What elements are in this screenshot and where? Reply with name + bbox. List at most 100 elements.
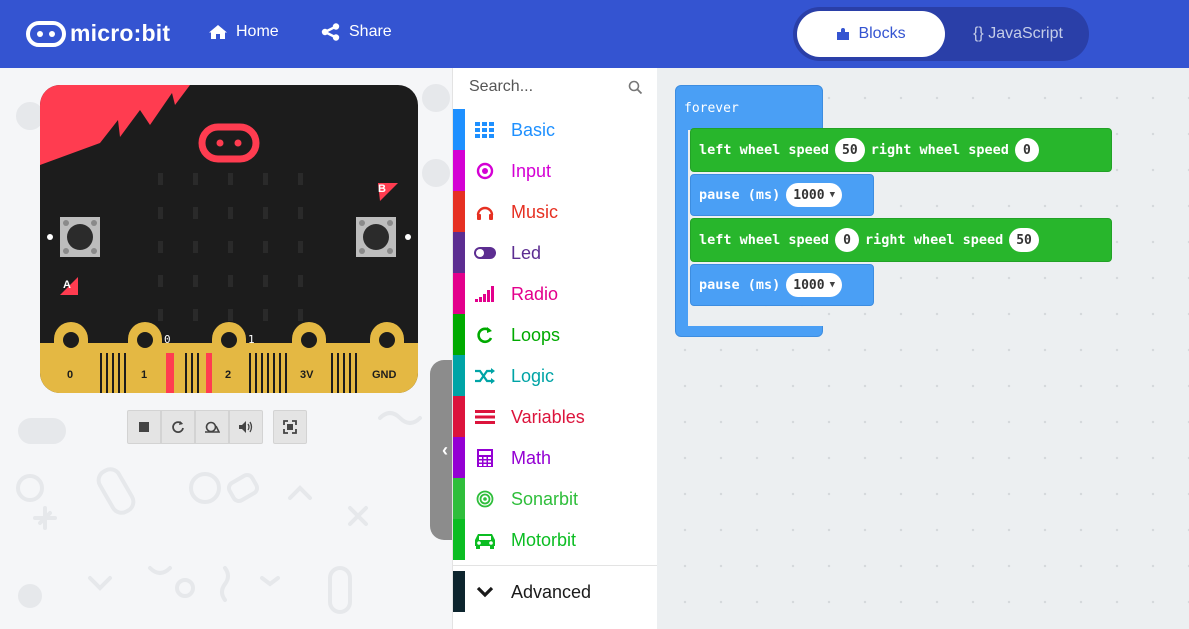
fullscreen-icon [283,420,297,434]
right-wheel-value[interactable]: 50 [1009,228,1039,252]
search-input[interactable]: Search... [469,78,649,100]
wheel-speed-block[interactable]: left wheel speed 0 right wheel speed 50 [690,218,1112,262]
editor-mode-toggle: Blocks {} JavaScript [793,7,1089,61]
right-wheel-label: right wheel speed [870,142,1009,158]
snail-icon [205,421,220,433]
javascript-label: {} JavaScript [973,25,1063,42]
category-basic[interactable]: Basic [453,109,658,150]
toolbox: Search... Basic Input Music Led Radio Lo… [452,68,658,629]
category-label: Advanced [511,582,592,602]
forever-label: forever [684,101,739,116]
left-wheel-value[interactable]: 50 [835,138,865,162]
restart-icon [172,421,184,433]
car-icon [473,530,497,550]
wheel-speed-block[interactable]: left wheel speed 50 right wheel speed 0 [690,128,1112,172]
category-loops[interactable]: Loops [453,314,658,355]
category-math[interactable]: Math [453,437,658,478]
pin-label-1[interactable]: 1 [141,369,147,381]
pause-block[interactable]: pause (ms) 1000 ▼ [690,174,874,216]
category-music[interactable]: Music [453,191,658,232]
left-wheel-label: left wheel speed [699,232,830,248]
category-input[interactable]: Input [453,150,658,191]
headphones-icon [473,202,497,222]
bullseye-icon [473,489,497,509]
share-button[interactable]: Share [321,23,392,41]
microbit-logo-icon [26,20,66,47]
category-label: Loops [511,325,561,345]
pin-label-gnd[interactable]: GND [372,369,396,381]
mute-button[interactable] [229,410,263,444]
stop-button[interactable] [127,410,161,444]
category-label: Led [511,243,542,263]
button-a-label: A [63,279,71,291]
search-icon[interactable] [628,80,643,95]
category-label: Radio [511,284,559,304]
share-icon [321,23,340,41]
right-wheel-value[interactable]: 0 [1014,138,1039,162]
caret-down-icon: ▼ [829,190,836,200]
category-color-bar [453,571,465,612]
category-label: Logic [511,366,555,386]
category-color-bar [453,150,465,191]
category-label: Variables [511,407,585,427]
category-color-bar [453,478,465,519]
list-icon [473,407,497,427]
category-advanced[interactable]: Advanced [453,571,658,612]
category-sonarbit[interactable]: Sonarbit [453,478,658,519]
blocks-tab[interactable]: Blocks [797,11,945,57]
shuffle-icon [473,366,497,386]
category-logic[interactable]: Logic [453,355,658,396]
pause-value-dropdown[interactable]: 1000 ▼ [786,183,843,207]
category-led[interactable]: Led [453,232,658,273]
toggle-icon [473,243,497,263]
chevron-down-icon [473,582,497,602]
restart-button[interactable] [161,410,195,444]
category-label: Math [511,448,552,468]
blocks-workspace[interactable]: forever left wheel speed 50 right wheel … [657,68,1189,629]
category-color-bar [453,191,465,232]
microbit-logo[interactable]: micro:bit [26,20,170,47]
pause-block[interactable]: pause (ms) 1000 ▼ [690,264,874,306]
category-color-bar [453,314,465,355]
home-button[interactable]: Home [208,23,279,41]
category-color-bar [453,396,465,437]
pin-label-0[interactable]: 0 [67,369,73,381]
category-label: Motorbit [511,530,577,550]
category-variables[interactable]: Variables [453,396,658,437]
refresh-icon [473,325,497,345]
target-icon [473,161,497,181]
category-motorbit[interactable]: Motorbit [453,519,658,560]
pause-label: pause (ms) [699,277,781,293]
pin-number-1: 1 [248,333,255,346]
microbit-board[interactable]: A B 0 1 2 3V GND 0 1 [40,85,418,393]
button-b-label: B [378,183,386,195]
pin-label-3v[interactable]: 3V [300,369,313,381]
stop-icon [139,422,149,432]
pin-number-0: 0 [164,333,171,346]
caret-down-icon: ▼ [829,280,836,290]
blocks-label: Blocks [858,25,906,42]
grid-icon [473,120,497,140]
speaker-icon [239,421,253,433]
category-color-bar [453,437,465,478]
simulator-controls [127,410,307,444]
category-color-bar [453,355,465,396]
category-color-bar [453,109,465,150]
pause-value: 1000 [793,277,825,293]
chevron-left-icon: ‹ [442,439,448,460]
fullscreen-button[interactable] [273,410,307,444]
pin-label-2[interactable]: 2 [225,369,231,381]
share-label: Share [349,23,392,40]
slow-mo-button[interactable] [195,410,229,444]
category-label: Basic [511,120,556,140]
left-wheel-label: left wheel speed [699,142,830,158]
category-radio[interactable]: Radio [453,273,658,314]
signal-bars-icon [473,284,497,304]
javascript-tab[interactable]: {} JavaScript [953,11,1083,57]
category-label: Sonarbit [511,489,579,509]
left-wheel-value[interactable]: 0 [835,228,860,252]
category-color-bar [453,273,465,314]
microbit-board-graphic [40,85,418,393]
divider [453,565,658,566]
pause-value-dropdown[interactable]: 1000 ▼ [786,273,843,297]
